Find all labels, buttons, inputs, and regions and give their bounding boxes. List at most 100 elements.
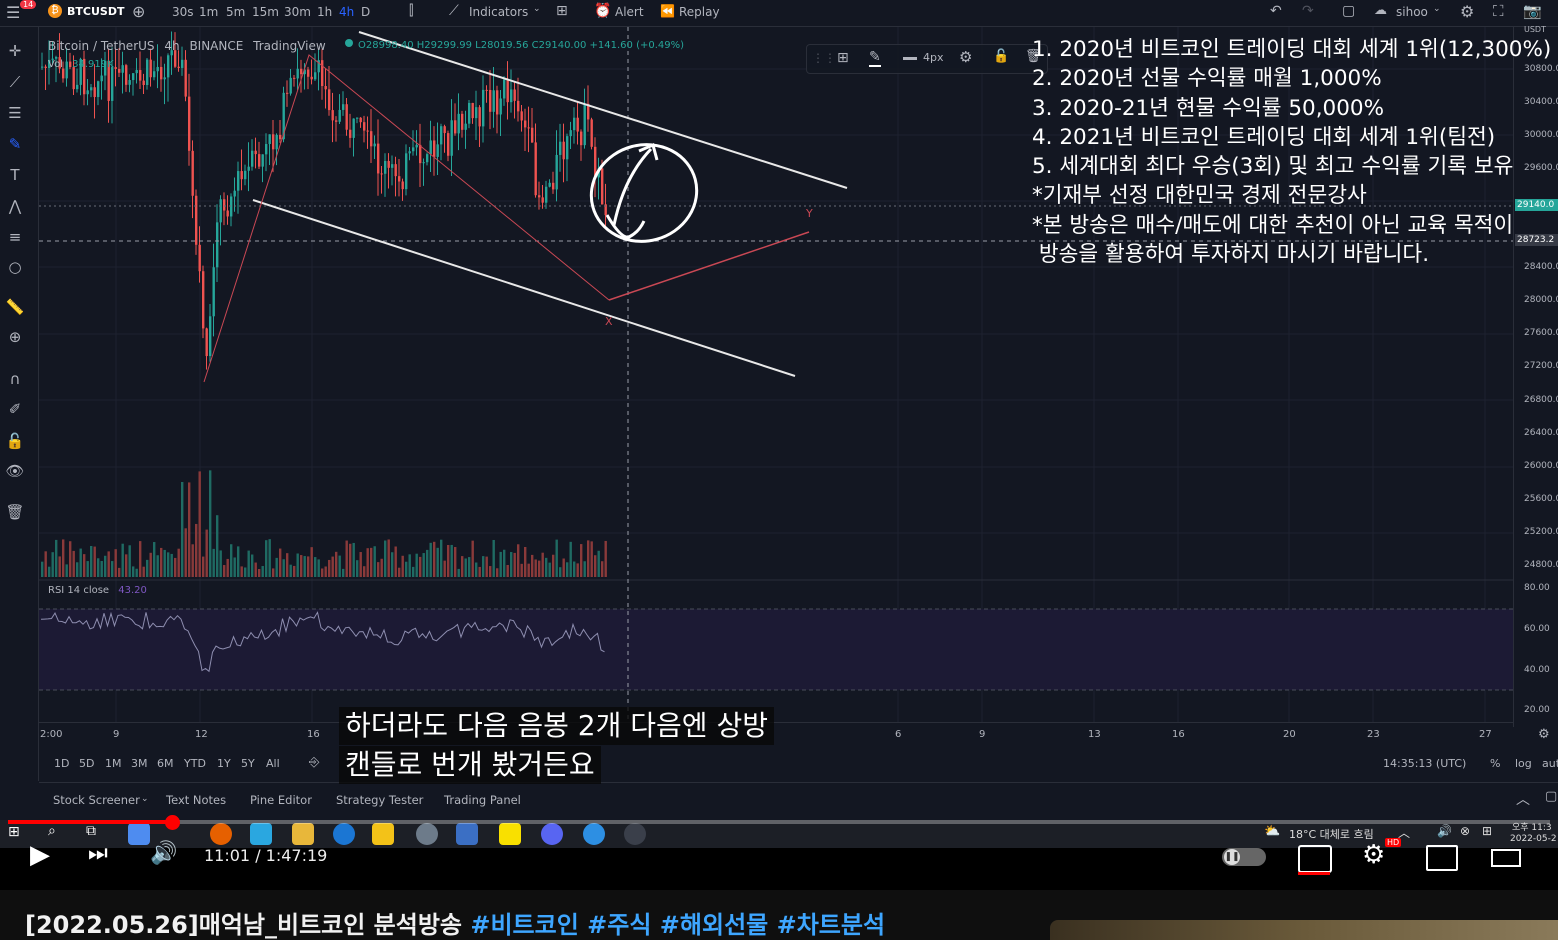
progress-bar[interactable]	[8, 820, 1550, 824]
replay-icon[interactable]: ⏪	[660, 4, 675, 18]
input-method-icon[interactable]: ⊞	[1482, 824, 1492, 838]
alert-button[interactable]: Alert	[615, 5, 644, 19]
text-icon[interactable]: T	[5, 165, 25, 185]
volume-tray-icon[interactable]: 🔊	[1437, 824, 1452, 838]
volume-icon[interactable]: 🔊	[150, 841, 177, 866]
obs-icon[interactable]	[624, 823, 646, 845]
task-view-icon[interactable]: ⧉	[86, 823, 96, 839]
redo-icon[interactable]: ↷	[1302, 3, 1314, 19]
tray-close-icon[interactable]: ⊗	[1460, 824, 1470, 838]
progress-scrubber[interactable]	[165, 815, 180, 830]
drawing-lock-icon[interactable]: 🔓	[993, 49, 1009, 64]
candles-icon[interactable]: ⫿	[409, 3, 413, 19]
alert-icon[interactable]: ⏰	[594, 3, 611, 19]
range-all[interactable]: All	[266, 757, 280, 770]
tab-text-notes[interactable]: Text Notes	[166, 793, 226, 807]
template-icon[interactable]: ⊞	[837, 50, 849, 66]
search-icon[interactable]: ⌕	[48, 823, 56, 839]
range-1d[interactable]: 1D	[54, 757, 69, 770]
menu-icon[interactable]: ☰	[6, 3, 20, 22]
file-explorer-icon[interactable]	[292, 823, 314, 845]
trash-icon[interactable]: 🗑	[5, 502, 25, 522]
stay-drawing-icon[interactable]: ✐	[5, 399, 25, 419]
ruler-icon[interactable]: 📏	[5, 297, 25, 317]
recommended-thumbnail[interactable]	[1050, 920, 1558, 940]
auto-toggle[interactable]: aut	[1542, 757, 1558, 770]
prediction-icon[interactable]: ≡	[5, 227, 25, 247]
zoom-icon[interactable]: ⊕	[5, 327, 25, 347]
range-1m[interactable]: 1M	[105, 757, 122, 770]
user-menu[interactable]: sihoo	[1396, 5, 1428, 19]
layout-icon[interactable]: ⊞	[556, 3, 568, 19]
camera-icon[interactable]: 📷	[1523, 2, 1542, 20]
tab-stock-screener[interactable]: Stock Screener	[53, 793, 140, 807]
range-1y[interactable]: 1Y	[217, 757, 231, 770]
pair-name[interactable]: Bitcoin / TetherUS	[48, 39, 155, 53]
internet-explorer-icon[interactable]	[333, 823, 355, 845]
bird-app-icon[interactable]	[250, 823, 272, 845]
kakaotalk-icon[interactable]	[499, 823, 521, 845]
chevron-down-icon[interactable]: ⌄	[533, 4, 541, 14]
goto-date-icon[interactable]: ⎆	[309, 755, 319, 770]
pen-color-icon[interactable]: ✎	[869, 49, 881, 67]
shape-icon[interactable]: ○	[5, 257, 25, 277]
range-5y[interactable]: 5Y	[241, 757, 255, 770]
range-6m[interactable]: 6M	[157, 757, 174, 770]
expand-icon[interactable]: ⛶	[1493, 2, 1504, 20]
telegram-icon[interactable]	[583, 823, 605, 845]
line-width-label[interactable]: 4px	[923, 51, 944, 64]
tab-chevron-icon[interactable]: ⌄	[141, 794, 149, 804]
hashtag-link[interactable]: #해외선물	[660, 911, 768, 939]
replay-button[interactable]: Replay	[679, 5, 720, 19]
log-toggle[interactable]: log	[1515, 757, 1532, 770]
eye-icon[interactable]: 👁	[5, 461, 25, 481]
indicators-button[interactable]: Indicators	[469, 5, 528, 19]
compare-icon[interactable]: ⊕	[132, 2, 145, 21]
discord-icon[interactable]	[541, 823, 563, 845]
lock-icon[interactable]: 🔓	[5, 431, 25, 451]
hashtag-link[interactable]: #주식	[587, 911, 651, 939]
miniplayer-icon[interactable]	[1426, 845, 1458, 871]
interval-4h[interactable]: 4h	[339, 5, 354, 19]
magnet-icon[interactable]: ∩	[5, 369, 25, 389]
tab-trading-panel[interactable]: Trading Panel	[444, 793, 521, 807]
interval-d[interactable]: D	[361, 5, 370, 19]
settings-gear-icon[interactable]: ⚙	[1538, 727, 1550, 742]
autoplay-toggle[interactable]: ❚❚	[1222, 848, 1266, 866]
undo-icon[interactable]: ↶	[1270, 3, 1282, 19]
range-3m[interactable]: 3M	[131, 757, 148, 770]
firefox-icon[interactable]	[210, 823, 232, 845]
hashtag-link[interactable]: #비트코인	[470, 911, 578, 939]
interval-30m[interactable]: 30m	[284, 5, 311, 19]
drag-handle-icon[interactable]: ⋮⋮	[812, 51, 836, 65]
indicators-icon[interactable]: ⟋	[449, 3, 459, 19]
interval-1h[interactable]: 1h	[317, 5, 332, 19]
crosshair-icon[interactable]: ✛	[5, 41, 25, 61]
trendline-icon[interactable]: ⟋	[5, 72, 25, 92]
theater-mode-icon[interactable]	[1491, 849, 1521, 867]
tab-pine-editor[interactable]: Pine Editor	[250, 793, 312, 807]
settings-icon[interactable]: ⚙	[1362, 840, 1385, 870]
brush-icon[interactable]: ✎	[5, 134, 25, 154]
drawing-settings-icon[interactable]: ⚙	[959, 48, 972, 66]
percent-toggle[interactable]: %	[1490, 757, 1500, 770]
line-width-icon[interactable]	[903, 57, 917, 60]
interval-30s[interactable]: 30s	[172, 5, 194, 19]
range-5d[interactable]: 5D	[79, 757, 94, 770]
next-icon[interactable]: ⏭	[88, 841, 108, 866]
interval-5m[interactable]: 5m	[226, 5, 245, 19]
pattern-icon[interactable]: ⋀	[5, 196, 25, 216]
tab-strategy-tester[interactable]: Strategy Tester	[336, 793, 423, 807]
fullscreen-box-icon[interactable]: ▢	[1342, 3, 1355, 19]
calculator-icon[interactable]	[456, 823, 478, 845]
tray-date[interactable]: 2022-05-2	[1510, 834, 1557, 844]
chrome-icon[interactable]	[128, 823, 150, 845]
interval-1m[interactable]: 1m	[199, 5, 218, 19]
collapse-panel-icon[interactable]: ︿	[1516, 789, 1530, 809]
app-icon[interactable]	[416, 823, 438, 845]
symbol-search[interactable]: BTCUSDT	[67, 5, 124, 18]
maximize-panel-icon[interactable]: ▢	[1545, 789, 1557, 804]
settings-icon[interactable]: ⚙	[1460, 2, 1474, 21]
windows-start-icon[interactable]: ⊞	[8, 824, 20, 840]
play-icon[interactable]: ▶	[30, 840, 50, 870]
